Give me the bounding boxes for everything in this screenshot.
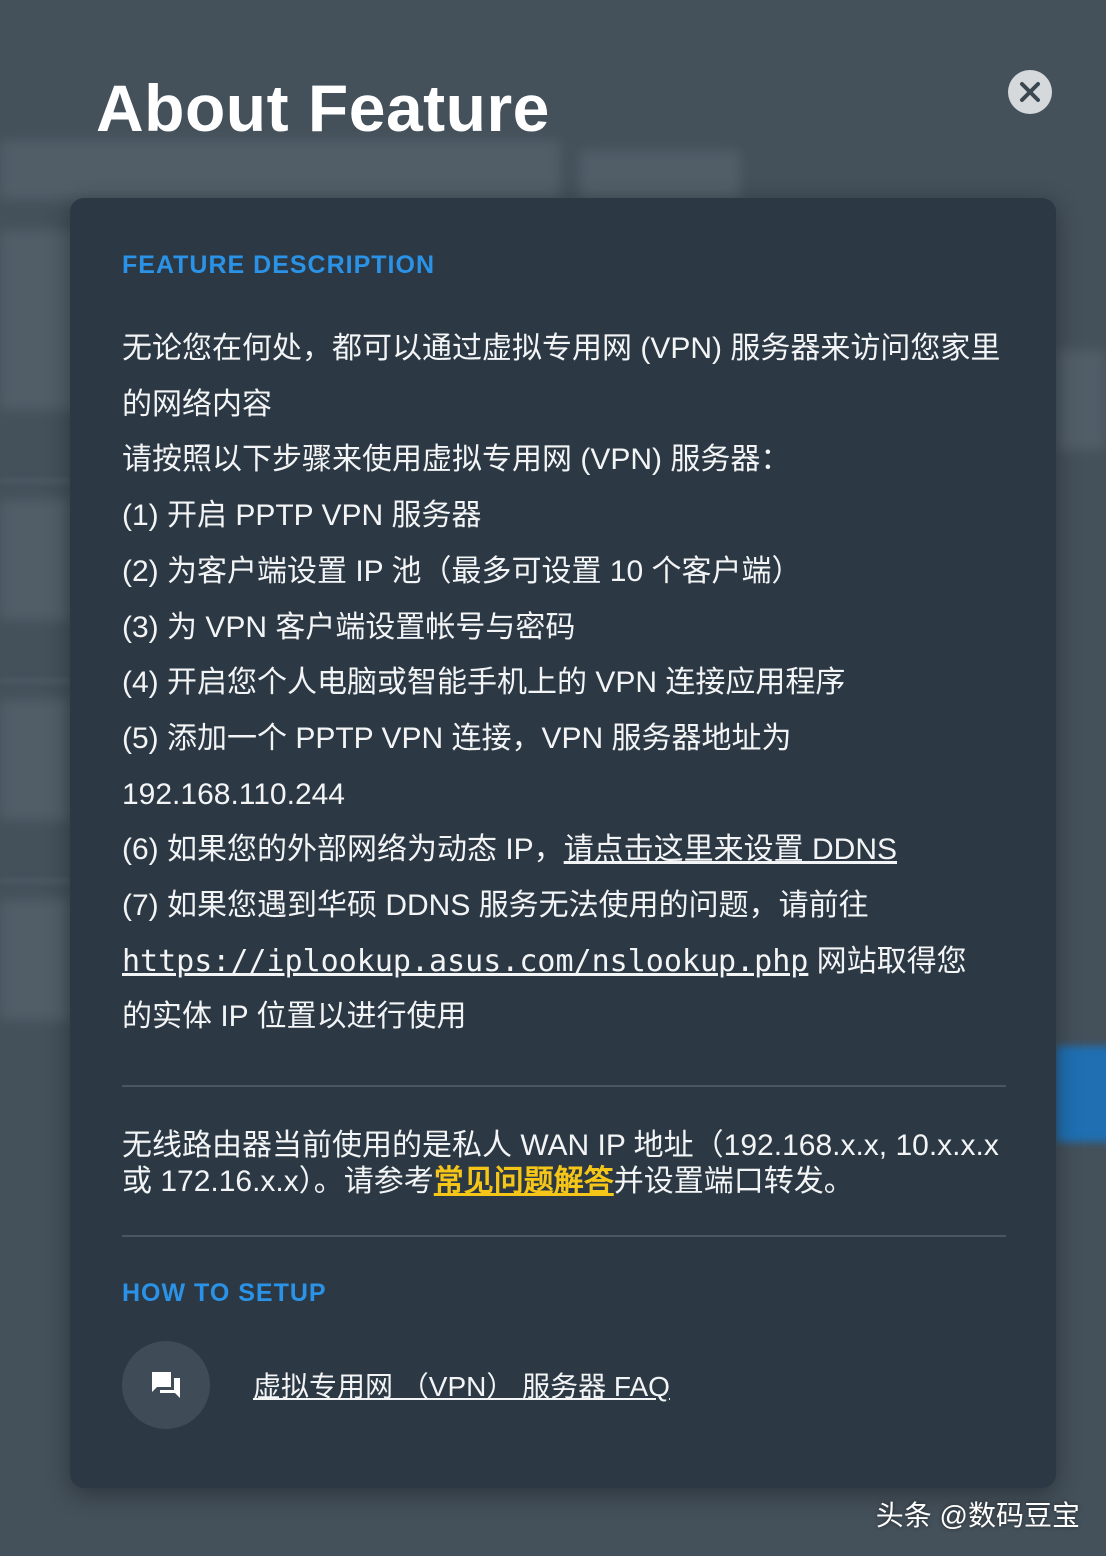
wan-ip-notice: 无线路由器当前使用的是私人 WAN IP 地址（192.168.x.x, 10.…	[122, 1128, 1006, 1200]
step-7-suffix-line: 的实体 IP 位置以进行使用	[122, 1000, 467, 1034]
ddns-setup-link[interactable]: 请点击这里来设置 DDNS	[564, 833, 897, 866]
faq-link[interactable]: 常见问题解答	[434, 1165, 614, 1198]
background-block	[0, 230, 80, 410]
section-divider	[122, 1085, 1006, 1087]
step-2: (2) 为客户端设置 IP 池（最多可设置 10 个客户端）	[122, 554, 802, 588]
step-3: (3) 为 VPN 客户端设置帐号与密码	[122, 610, 576, 644]
vpn-faq-row: 虚拟专用网 （VPN） 服务器 FAQ	[122, 1341, 670, 1429]
feature-description-heading: FEATURE DESCRIPTION	[122, 251, 435, 279]
close-button[interactable]	[1008, 70, 1052, 114]
modal-title: About Feature	[96, 71, 550, 145]
background-block	[0, 900, 70, 1020]
background-block	[1056, 350, 1106, 450]
how-to-setup-heading: HOW TO SETUP	[122, 1279, 327, 1307]
feature-intro: 无论您在何处，都可以通过虚拟专用网 (VPN) 服务器来访问您家里的网络内容	[122, 332, 1001, 421]
step-7-url-line: https://iplookup.asus.com/nslookup.php 网…	[122, 934, 1002, 990]
step-5: (5) 添加一个 PPTP VPN 连接，VPN 服务器地址为	[122, 721, 792, 755]
background-block	[0, 500, 70, 620]
step-6: (6) 如果您的外部网络为动态 IP，请点击这里来设置 DDNS	[122, 822, 1002, 878]
vpn-server-faq-link[interactable]: 虚拟专用网 （VPN） 服务器 FAQ	[253, 1365, 670, 1405]
wan-notice-suffix: 并设置端口转发。	[613, 1165, 854, 1198]
background-divider	[0, 880, 70, 882]
step-1: (1) 开启 PPTP VPN 服务器	[122, 499, 482, 533]
background-button	[1056, 1046, 1106, 1142]
server-ip-address: 192.168.110.244	[122, 777, 345, 811]
background-block	[0, 700, 70, 820]
watermark: 头条 @数码豆宝	[875, 1500, 1080, 1531]
background-divider	[0, 480, 70, 482]
close-icon	[1020, 82, 1040, 102]
chat-bubbles-icon	[152, 1372, 180, 1398]
background-divider	[0, 680, 70, 682]
feature-description-text: 无论您在何处，都可以通过虚拟专用网 (VPN) 服务器来访问您家里的网络内容 请…	[122, 321, 1002, 1045]
steps-intro: 请按照以下步骤来使用虚拟专用网 (VPN) 服务器：	[122, 443, 791, 477]
step-7: (7) 如果您遇到华硕 DDNS 服务无法使用的问题，请前往	[122, 889, 869, 923]
step-4: (4) 开启您个人电脑或智能手机上的 VPN 连接应用程序	[122, 666, 846, 700]
step-7-suffix: 网站取得您	[808, 944, 967, 978]
faq-icon-badge	[122, 1341, 210, 1429]
about-feature-card: FEATURE DESCRIPTION 无论您在何处，都可以通过虚拟专用网 (V…	[70, 198, 1056, 1488]
background-block	[0, 140, 560, 200]
step-6-text: (6) 如果您的外部网络为动态 IP，	[122, 833, 564, 867]
section-divider	[122, 1235, 1006, 1237]
nslookup-url-link[interactable]: https://iplookup.asus.com/nslookup.php	[122, 944, 808, 979]
background-block	[580, 150, 740, 200]
